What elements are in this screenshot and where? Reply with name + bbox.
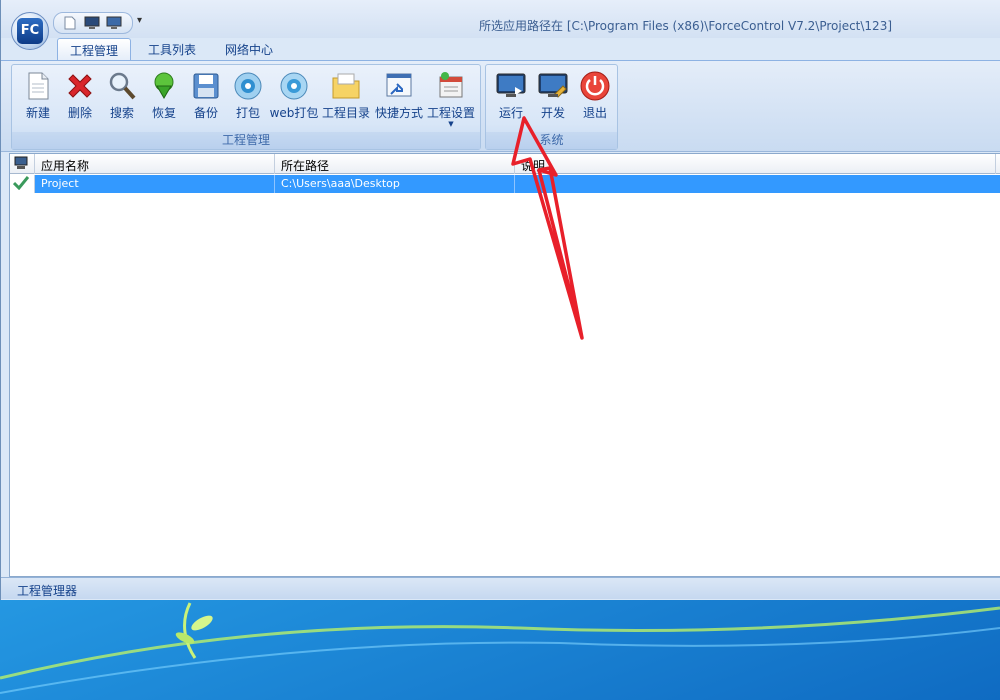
project-directory-button[interactable]: 工程目录 (322, 68, 370, 128)
status-text: 工程管理器 (17, 584, 78, 598)
ribbon: 新建 删除 搜索 恢复 备份 打包 web打包 工程目录 快捷方式 工程设置 ▼… (1, 60, 1000, 152)
system-group-label: 系统 (486, 132, 617, 149)
tab-tool-list[interactable]: 工具列表 (136, 38, 208, 61)
desktop-background (0, 598, 1000, 700)
web-pack-disc-icon (280, 72, 308, 100)
title-bar: ▾ 所选应用路径在 [C:\Program Files (x86)\ForceC… (1, 0, 1000, 38)
column-header-app-name[interactable]: 应用名称 (35, 154, 275, 174)
row-app-name: Project (35, 175, 275, 193)
status-bar: 工程管理器 (1, 577, 1000, 599)
settings-icon (439, 72, 463, 98)
computer-icon (14, 156, 28, 169)
shortcut-icon (386, 73, 412, 97)
app-window: ▾ 所选应用路径在 [C:\Program Files (x86)\ForceC… (0, 0, 1000, 600)
web-pack-button-label: web打包 (269, 106, 319, 120)
quick-access-toolbar (53, 12, 133, 34)
power-icon (580, 71, 610, 101)
shortcut-button[interactable]: 快捷方式 (375, 68, 423, 128)
checkmark-icon[interactable] (10, 175, 35, 193)
folder-icon (332, 73, 360, 99)
restore-icon (154, 72, 174, 99)
develop-monitor-icon (538, 73, 568, 98)
project-management-group-label: 工程管理 (12, 132, 480, 149)
exit-button[interactable]: 退出 (574, 68, 616, 128)
delete-icon (68, 74, 92, 98)
pack-button[interactable]: 打包 (227, 68, 269, 128)
project-settings-button-label: 工程设置 (426, 106, 475, 120)
new-file-icon[interactable] (62, 16, 78, 30)
app-logo-text: FC (17, 18, 43, 44)
system-group: 运行 开发 退出 系统 (485, 64, 618, 150)
row-path: C:\Users\aaa\Desktop (275, 175, 515, 193)
bamboo-leaf-icon (175, 602, 213, 659)
ribbon-tabs: 工程管理 工具列表 网络中心 (1, 38, 1000, 61)
pack-disc-icon (234, 72, 262, 100)
row-description (515, 175, 1000, 193)
project-management-group: 新建 删除 搜索 恢复 备份 打包 web打包 工程目录 快捷方式 工程设置 ▼… (11, 64, 481, 150)
project-list[interactable]: 应用名称 所在路径 说明 Project C:\Users\aaa\Deskto… (9, 153, 1000, 577)
table-row[interactable]: Project C:\Users\aaa\Desktop (10, 175, 1000, 193)
backup-icon (193, 73, 219, 99)
column-header-path[interactable]: 所在路径 (275, 154, 515, 174)
column-header-description[interactable]: 说明 (515, 154, 996, 174)
exit-button-label: 退出 (582, 106, 607, 120)
tab-project-management[interactable]: 工程管理 (57, 38, 132, 61)
shortcut-button-label: 快捷方式 (374, 106, 423, 120)
new-document-icon (28, 72, 49, 100)
search-icon (109, 72, 136, 100)
chevron-down-icon: ▼ (448, 120, 454, 128)
project-directory-button-label: 工程目录 (321, 106, 370, 120)
run-monitor-icon (496, 73, 526, 97)
web-pack-button[interactable]: web打包 (270, 68, 318, 128)
customize-toolbar-dropdown-icon[interactable]: ▾ (137, 15, 142, 26)
monitor-develop-icon[interactable] (106, 16, 122, 30)
window-title: 所选应用路径在 [C:\Program Files (x86)\ForceCon… (479, 19, 893, 33)
application-menu-button[interactable]: FC (11, 12, 49, 50)
select-all-column[interactable] (10, 154, 35, 174)
project-settings-button[interactable]: 工程设置 ▼ (427, 68, 475, 128)
monitor-run-icon[interactable] (84, 16, 100, 30)
list-header: 应用名称 所在路径 说明 (10, 154, 1000, 174)
tab-network-center[interactable]: 网络中心 (213, 38, 285, 61)
